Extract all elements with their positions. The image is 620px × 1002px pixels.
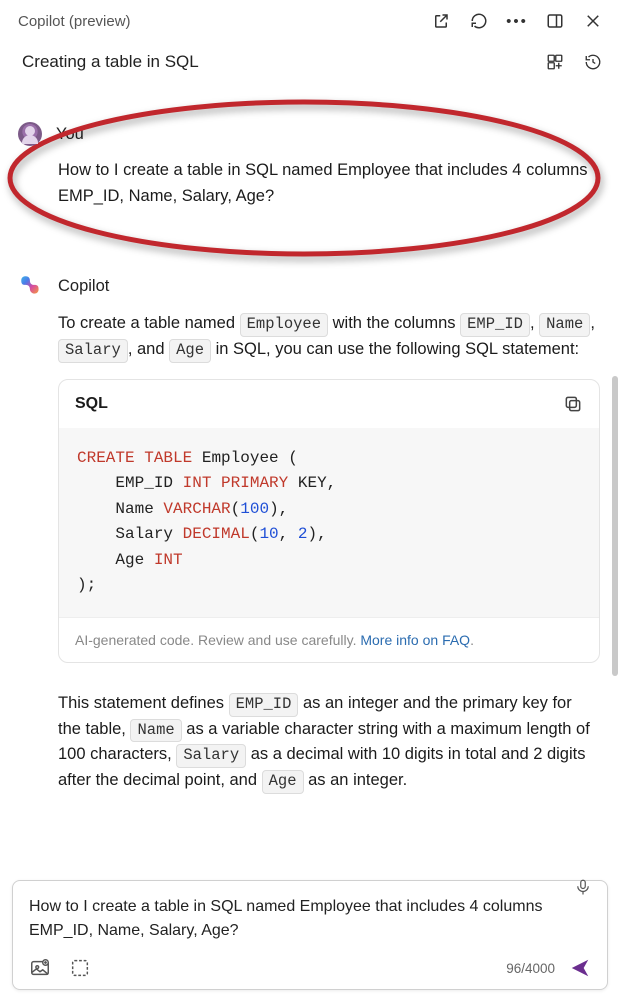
kw: INT — [183, 474, 212, 492]
copy-code-button[interactable] — [563, 394, 583, 414]
code-text: ( — [231, 500, 241, 518]
kw: INT — [154, 551, 183, 569]
open-external-icon[interactable] — [432, 12, 450, 30]
code-text: KEY, — [288, 474, 336, 492]
user-message: You How to I create a table in SQL named… — [0, 114, 614, 217]
user-label: You — [56, 125, 84, 144]
kw: DECIMAL — [183, 525, 250, 543]
kw: PRIMARY — [221, 474, 288, 492]
text: as an integer. — [308, 771, 407, 789]
code-text: Salary — [77, 525, 183, 543]
chip-age: Age — [262, 770, 304, 794]
copilot-avatar-icon — [18, 273, 44, 299]
code-block: SQL CREATE TABLE Employee ( EMP_ID INT P… — [58, 379, 600, 664]
chip-name: Name — [130, 719, 181, 743]
code-text: ); — [77, 576, 96, 594]
code-text: ), — [269, 500, 288, 518]
kw: CREATE — [77, 449, 135, 467]
subheader-actions — [546, 53, 602, 71]
faq-link[interactable]: More info on FAQ — [360, 632, 470, 648]
kw: VARCHAR — [163, 500, 230, 518]
snip-icon[interactable] — [69, 957, 91, 979]
assistant-message: Copilot To create a table named Employee… — [0, 265, 614, 671]
composer-toolbar: 96/4000 — [29, 957, 591, 979]
text: , and — [128, 340, 169, 358]
code-text: Name — [77, 500, 163, 518]
code-text: , — [279, 525, 298, 543]
composer: How to I create a table in SQL named Emp… — [12, 880, 608, 990]
code-text: Age — [77, 551, 154, 569]
chip-salary: Salary — [176, 744, 246, 768]
code-text: ( — [250, 525, 260, 543]
conversation-scroll[interactable]: You How to I create a table in SQL named… — [0, 86, 620, 862]
num: 100 — [240, 500, 269, 518]
disclaimer-text: AI-generated code. Review and use carefu… — [75, 632, 360, 648]
topic-title: Creating a table in SQL — [22, 52, 546, 72]
send-button[interactable] — [569, 957, 591, 979]
subheader: Creating a table in SQL — [0, 40, 620, 86]
scrollbar-thumb[interactable] — [612, 376, 618, 676]
code-text: EMP_ID — [77, 474, 183, 492]
code-footer: AI-generated code. Review and use carefu… — [59, 617, 599, 662]
text: with the columns — [333, 314, 460, 332]
char-counter: 96/4000 — [506, 961, 555, 976]
chip-empid: EMP_ID — [460, 313, 530, 337]
composer-input[interactable]: How to I create a table in SQL named Emp… — [29, 895, 591, 943]
num: 10 — [259, 525, 278, 543]
code-text: ), — [307, 525, 326, 543]
refresh-icon[interactable] — [470, 12, 488, 30]
chip-employee: Employee — [240, 313, 328, 337]
chip-salary: Salary — [58, 339, 128, 363]
code-content: CREATE TABLE Employee ( EMP_ID INT PRIMA… — [59, 428, 599, 618]
assistant-label: Copilot — [58, 277, 109, 296]
text: , — [530, 314, 539, 332]
chip-age: Age — [169, 339, 211, 363]
kw: TABLE — [144, 449, 192, 467]
plugins-icon[interactable] — [546, 53, 564, 71]
header-actions: ••• — [432, 12, 602, 30]
composer-wrap: How to I create a table in SQL named Emp… — [0, 862, 620, 1002]
user-avatar-icon — [18, 122, 42, 146]
history-icon[interactable] — [584, 53, 602, 71]
text: , — [590, 314, 595, 332]
chip-empid: EMP_ID — [229, 693, 299, 717]
user-message-text: How to I create a table in SQL named Emp… — [18, 158, 596, 209]
panel-header: Copilot (preview) ••• — [0, 0, 620, 40]
chip-name: Name — [539, 313, 590, 337]
code-lang-label: SQL — [75, 395, 563, 413]
close-icon[interactable] — [584, 12, 602, 30]
assistant-explanation: This statement defines EMP_ID as an inte… — [0, 671, 614, 794]
assistant-intro: To create a table named Employee with th… — [18, 311, 596, 362]
text: in SQL, you can use the following SQL st… — [216, 340, 580, 358]
add-image-icon[interactable] — [29, 957, 51, 979]
more-icon[interactable]: ••• — [508, 12, 526, 30]
panel-layout-icon[interactable] — [546, 12, 564, 30]
panel-title: Copilot (preview) — [18, 13, 432, 30]
text: This statement defines — [58, 694, 229, 712]
code-block-header: SQL — [59, 380, 599, 428]
microphone-icon[interactable] — [574, 878, 592, 900]
code-text: Employee ( — [192, 449, 298, 467]
text: To create a table named — [58, 314, 240, 332]
